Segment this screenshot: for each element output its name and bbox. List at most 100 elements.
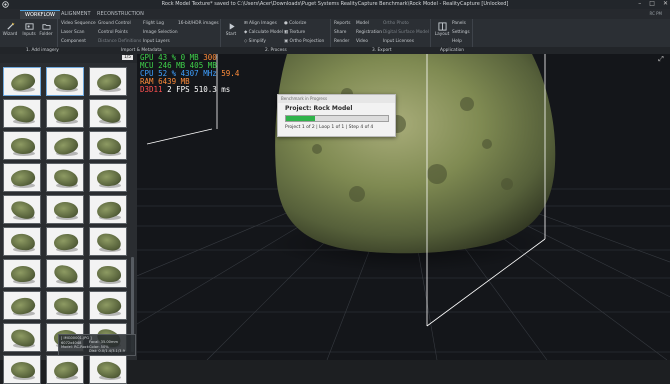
export-registration-button[interactable]: Registration [356, 30, 382, 35]
stat-row: D3D11 2 FPS 510.3 ms [140, 86, 239, 94]
help-button[interactable]: Help [452, 39, 462, 44]
rock-thumbnail-image [97, 266, 121, 282]
image-thumbnail[interactable] [3, 355, 41, 384]
settings-button[interactable]: Settings [452, 30, 470, 35]
calculate-model-label: Calculate Model [248, 30, 284, 35]
image-info-tooltip: [ IMG00001.JPG ] 6072x4048 Model: RC-Roc… [58, 334, 136, 356]
share-button[interactable]: Share [334, 30, 346, 35]
progress-info: Project 1 of 2 | Loop 1 of 1 | Step 4 of… [285, 125, 374, 130]
inputs-button[interactable]: Inputs [22, 22, 36, 37]
info-model: Model: RC-Rock [61, 345, 89, 350]
flight-log-button[interactable]: Flight Log [143, 21, 164, 26]
image-thumbnail[interactable] [46, 195, 84, 224]
3d-viewport[interactable] [137, 54, 670, 360]
image-thumbnail[interactable] [46, 355, 84, 384]
colorize-button[interactable]: ● Colorize [284, 21, 306, 26]
image-thumbnail[interactable] [46, 227, 84, 256]
image-thumbnail[interactable] [3, 291, 41, 320]
hdr-images-toggle[interactable]: 16-bit/HDR images [178, 21, 219, 26]
image-thumbnail[interactable] [89, 131, 127, 160]
image-thumbnail[interactable] [89, 227, 127, 256]
folder-button[interactable]: Folder [38, 22, 54, 37]
image-thumbnail[interactable] [3, 163, 41, 192]
image-thumbnail[interactable] [89, 195, 127, 224]
image-thumbnail[interactable] [89, 259, 127, 288]
tab-reconstruction[interactable]: RECONSTRUCTION [92, 10, 149, 19]
input-licenses-button[interactable]: Input Licenses [383, 39, 414, 44]
image-thumbnail[interactable] [46, 99, 84, 128]
image-thumbnail[interactable] [3, 195, 41, 224]
image-thumbnail[interactable] [46, 67, 84, 96]
image-thumbnail[interactable] [89, 67, 127, 96]
wizard-button[interactable]: Wizard [2, 22, 18, 37]
render-button[interactable]: Render [334, 39, 349, 44]
group-add-imagery: 1. Add imagery [26, 48, 59, 53]
input-layers-button[interactable]: Input Layers [143, 39, 170, 44]
maximize-button[interactable]: □ [649, 0, 655, 7]
image-thumbnail[interactable] [3, 131, 41, 160]
reports-button[interactable]: Reports [334, 21, 350, 26]
scene-canvas[interactable] [137, 54, 670, 360]
image-thumbnail[interactable] [3, 227, 41, 256]
calculate-model-button[interactable]: ◆ Calculate Model ▾ [244, 30, 287, 35]
rock-thumbnail-image [10, 361, 36, 379]
export-model-button[interactable]: Model [356, 21, 369, 26]
folder-icon [41, 24, 51, 30]
component-button[interactable]: Component [61, 39, 86, 44]
simplify-button[interactable]: ◇ Simplify [244, 39, 266, 44]
image-thumbnail[interactable] [46, 259, 84, 288]
tab-alignment[interactable]: ALIGNMENT [56, 10, 96, 19]
start-label: Start [225, 32, 237, 37]
distance-definitions-button[interactable]: Distance Definitions [98, 39, 141, 44]
video-sequence-button[interactable]: Video Sequence [61, 21, 96, 26]
image-thumbnail[interactable] [89, 99, 127, 128]
image-thumbnail[interactable] [89, 355, 127, 384]
texture-button[interactable]: ▦ Texture [284, 30, 305, 35]
expand-view-icon[interactable]: ⤢ [655, 55, 667, 65]
image-thumbnail[interactable] [46, 131, 84, 160]
stat-extra2: 59.4 [216, 69, 240, 78]
align-images-button[interactable]: ⊞ Align Images [244, 21, 277, 26]
stat-label: D3D11 [140, 85, 163, 94]
stat-value: 2 FPS [162, 85, 190, 94]
image-selection-button[interactable]: Image Selection [143, 30, 178, 35]
laser-scan-button[interactable]: Laser Scan [61, 30, 85, 35]
rock-thumbnail-image [10, 137, 36, 155]
export-video-button[interactable]: Video [356, 39, 368, 44]
start-button[interactable]: Start [224, 22, 238, 37]
ribbon: Wizard Inputs Folder Video Sequence Lase… [0, 19, 670, 47]
ortho-photo-button[interactable]: Ortho Photo [383, 21, 409, 26]
image-thumbnail[interactable] [89, 163, 127, 192]
layout-label: Layout [434, 32, 450, 37]
image-thumbnail[interactable] [3, 99, 41, 128]
image-thumbnail[interactable] [46, 163, 84, 192]
ortho-projection-button[interactable]: ▣ Ortho Projection [284, 39, 324, 44]
info-filename: [ IMG00001.JPG ] [61, 336, 92, 340]
image-thumbnail[interactable] [3, 259, 41, 288]
rock-thumbnail-image [53, 201, 79, 219]
minimize-button[interactable]: – [638, 0, 641, 7]
panels-button[interactable]: Panels [452, 21, 466, 26]
license-status: RC PM [649, 11, 662, 16]
image-thumbnail[interactable] [46, 291, 84, 320]
digital-surface-model-button[interactable]: Digital Surface Model [383, 30, 429, 35]
ground-control-button[interactable]: Ground Control [98, 21, 131, 26]
image-thumbnail[interactable] [3, 67, 41, 96]
stat-extra: 510.3 ms [189, 85, 231, 94]
tab-workflow[interactable]: WORKFLOW [20, 10, 60, 19]
colorize-label: Colorize [289, 21, 307, 26]
close-button[interactable]: ✕ [663, 0, 668, 7]
ribbon-tabs: WORKFLOW ALIGNMENT RECONSTRUCTION RC PM [0, 9, 670, 19]
folder-label: Folder [39, 32, 53, 37]
wizard-icon [6, 22, 14, 30]
layout-button[interactable]: Layout [434, 22, 450, 37]
simplify-label: Simplify [248, 39, 266, 44]
progress-bar-fill [286, 116, 315, 121]
title-bar: Rock Model Texture* saved to C:\Users\Ac… [0, 0, 670, 9]
control-points-button[interactable]: Control Points [98, 30, 128, 35]
image-thumbnail[interactable] [3, 323, 41, 352]
image-thumbnail[interactable] [89, 291, 127, 320]
benchmark-progress-dialog: Benchmark in Progress Project: Rock Mode… [277, 94, 396, 137]
align-images-label: Align Images [248, 21, 277, 26]
progress-bar [285, 115, 389, 122]
